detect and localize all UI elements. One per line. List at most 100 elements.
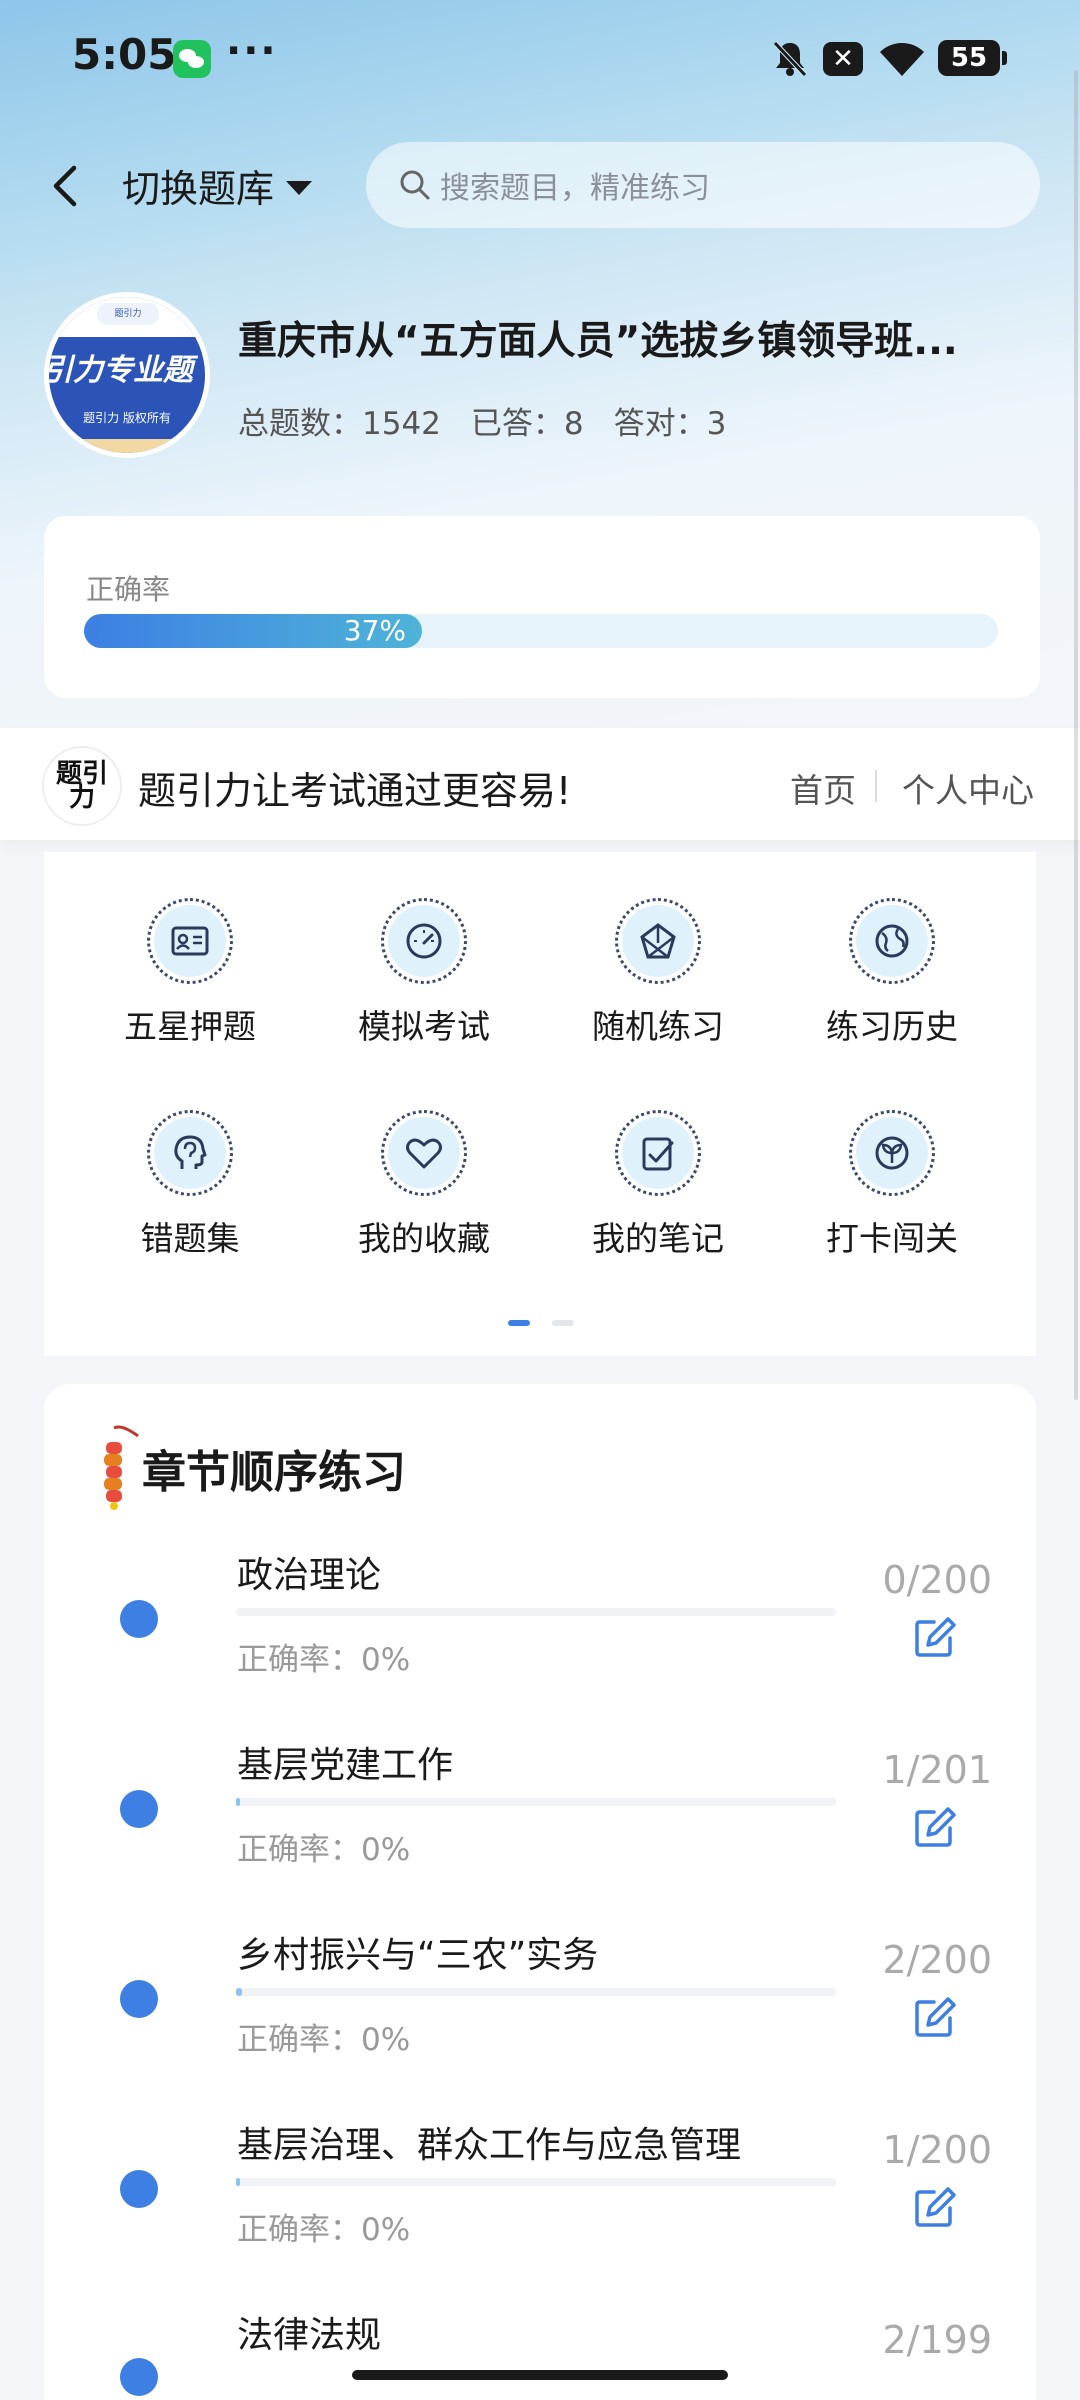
more-notifications-icon: ··· xyxy=(226,28,278,74)
accuracy-progress-bar: 37% xyxy=(84,614,998,648)
status-bar: 5:05 ··· ✕ 55 xyxy=(0,0,1080,118)
chapter-accuracy: 正确率：0% xyxy=(237,2022,411,2058)
chapter-row[interactable]: 乡村振兴与“三农”实务 正确率：0% 2/200 xyxy=(44,1926,1036,2096)
chapter-accuracy: 正确率：0% xyxy=(237,1642,411,1678)
edit-icon[interactable] xyxy=(912,2184,958,2230)
note-check-icon xyxy=(642,1137,674,1171)
chapter-count: 2/199 xyxy=(882,2318,992,2362)
slogan-bar: 题引力 题引力让考试通过更容易! 首页 个人中心 xyxy=(0,728,1080,840)
app-notification-icon: ✕ xyxy=(823,42,863,76)
feature-mock-exam[interactable]: 模拟考试 xyxy=(324,898,524,1048)
feature-five-star[interactable]: 五星押题 xyxy=(90,898,290,1048)
nav-profile-link[interactable]: 个人中心 xyxy=(902,764,1034,812)
network-icon xyxy=(640,923,676,959)
feature-label: 随机练习 xyxy=(592,1007,724,1046)
feature-label: 错题集 xyxy=(140,1219,240,1258)
feature-random-practice[interactable]: 随机练习 xyxy=(558,898,758,1048)
chapter-dot xyxy=(120,1790,158,1828)
chapter-count: 1/200 xyxy=(882,2128,992,2172)
search-placeholder: 搜索题目，精准练习 xyxy=(440,171,710,206)
chapter-progress-bar xyxy=(236,1988,836,1996)
slogan-text: 题引力让考试通过更容易! xyxy=(138,769,572,813)
chapter-progress-bar xyxy=(236,1608,836,1616)
chapter-accuracy: 正确率：0% xyxy=(237,1832,411,1868)
chapter-name: 基层治理、群众工作与应急管理 xyxy=(237,2125,742,2166)
home-indicator[interactable] xyxy=(352,2370,728,2380)
edit-icon[interactable] xyxy=(912,1994,958,2040)
accuracy-card: 正确率 37% xyxy=(44,516,1040,698)
bank-title: 重庆市从“五方面人员”选拔乡镇领导班... xyxy=(238,319,958,364)
chapter-name: 乡村振兴与“三农”实务 xyxy=(237,1935,599,1976)
accuracy-value: 37% xyxy=(343,614,406,647)
switch-bank-label: 切换题库 xyxy=(122,167,275,211)
feature-checkin[interactable]: 打卡闯关 xyxy=(792,1110,992,1260)
edit-icon[interactable] xyxy=(912,1614,958,1660)
logo-main-text: 引力专业题 xyxy=(49,353,193,388)
feature-label: 打卡闯关 xyxy=(826,1219,958,1258)
chapter-dot xyxy=(120,2358,158,2396)
total-questions: 总题数：1542 xyxy=(238,406,441,442)
wifi-icon xyxy=(880,43,924,76)
chapter-dot xyxy=(120,2170,158,2208)
page-indicator xyxy=(552,1320,574,1326)
chapter-name: 基层党建工作 xyxy=(237,1745,454,1786)
heart-icon xyxy=(406,1138,442,1169)
correct-count: 答对：3 xyxy=(613,406,727,442)
chapter-dot xyxy=(120,1600,158,1638)
brain-head-icon xyxy=(174,1135,207,1169)
features-card: 五星押题 模拟考试 随机练习 练习历史 错题集 我的收藏 我的笔记 打卡闯关 xyxy=(44,852,1036,1356)
chapter-progress-fill xyxy=(236,1798,240,1806)
scrollbar[interactable] xyxy=(1074,70,1078,1400)
chapter-progress-bar xyxy=(236,2178,836,2186)
chapter-practice-card: 章节顺序练习 政治理论 正确率：0% 0/200 基层党建工作 正确率：0% 1… xyxy=(44,1384,1036,2400)
chapter-progress-bar xyxy=(236,1798,836,1806)
back-icon[interactable] xyxy=(46,162,86,210)
chapter-row[interactable]: 基层治理、群众工作与应急管理 正确率：0% 1/200 xyxy=(44,2116,1036,2286)
logo-brand-pill: 题引力 xyxy=(97,303,159,325)
bell-off-icon xyxy=(773,41,807,77)
chapter-count: 1/201 xyxy=(882,1748,992,1792)
search-input[interactable]: 搜索题目，精准练习 xyxy=(366,142,1040,228)
edit-icon[interactable] xyxy=(912,1804,958,1850)
chapter-name: 法律法规 xyxy=(237,2315,382,2356)
nav-divider xyxy=(875,770,877,802)
page-indicator-active xyxy=(508,1320,530,1326)
gauge-icon xyxy=(406,923,442,959)
globe-icon xyxy=(875,924,909,958)
feature-practice-history[interactable]: 练习历史 xyxy=(792,898,992,1048)
feature-wrong-questions[interactable]: 错题集 xyxy=(90,1110,290,1260)
feature-label: 我的笔记 xyxy=(592,1219,724,1258)
caret-down-icon xyxy=(286,180,313,195)
bank-stats: 总题数：1542 已答：8 答对：3 xyxy=(238,398,726,443)
id-card-icon xyxy=(171,926,209,956)
feature-label: 模拟考试 xyxy=(358,1007,490,1046)
feature-label: 五星押题 xyxy=(124,1007,256,1046)
brand-logo-text: 题引力 xyxy=(56,759,109,813)
chapter-row[interactable]: 基层党建工作 正确率：0% 1/201 xyxy=(44,1736,1036,1906)
chapter-row[interactable]: 政治理论 正确率：0% 0/200 xyxy=(44,1546,1036,1716)
switch-bank-button[interactable]: 切换题库 xyxy=(122,158,313,213)
firecracker-icon xyxy=(104,1425,139,1510)
nav-home-link[interactable]: 首页 xyxy=(790,764,856,812)
status-time: 5:05 xyxy=(72,30,177,79)
feature-label: 我的收藏 xyxy=(358,1219,490,1258)
feature-label: 练习历史 xyxy=(826,1007,958,1046)
chapter-row[interactable]: 法律法规 2/199 xyxy=(44,2306,1036,2400)
accuracy-progress-fill: 37% xyxy=(84,614,422,648)
chapter-accuracy: 正确率：0% xyxy=(237,2212,411,2248)
chapter-section-title: 章节顺序练习 xyxy=(142,1447,406,1498)
accuracy-label: 正确率 xyxy=(86,573,171,606)
feature-favorites[interactable]: 我的收藏 xyxy=(324,1110,524,1260)
bank-logo: 题引力 引力专业题 题引力 版权所有 xyxy=(44,292,210,458)
logo-sub-text: 题引力 版权所有 xyxy=(83,411,171,425)
chapter-progress-fill xyxy=(236,1988,242,1996)
wechat-icon xyxy=(173,40,211,78)
feature-notes[interactable]: 我的笔记 xyxy=(558,1110,758,1260)
search-icon xyxy=(400,170,430,200)
sprout-icon xyxy=(875,1136,909,1170)
chapter-dot xyxy=(120,1980,158,2018)
battery-icon: 55 xyxy=(938,40,1007,76)
chapter-name: 政治理论 xyxy=(237,1555,382,1596)
chapter-count: 2/200 xyxy=(882,1938,992,1982)
chapter-count: 0/200 xyxy=(882,1558,992,1602)
